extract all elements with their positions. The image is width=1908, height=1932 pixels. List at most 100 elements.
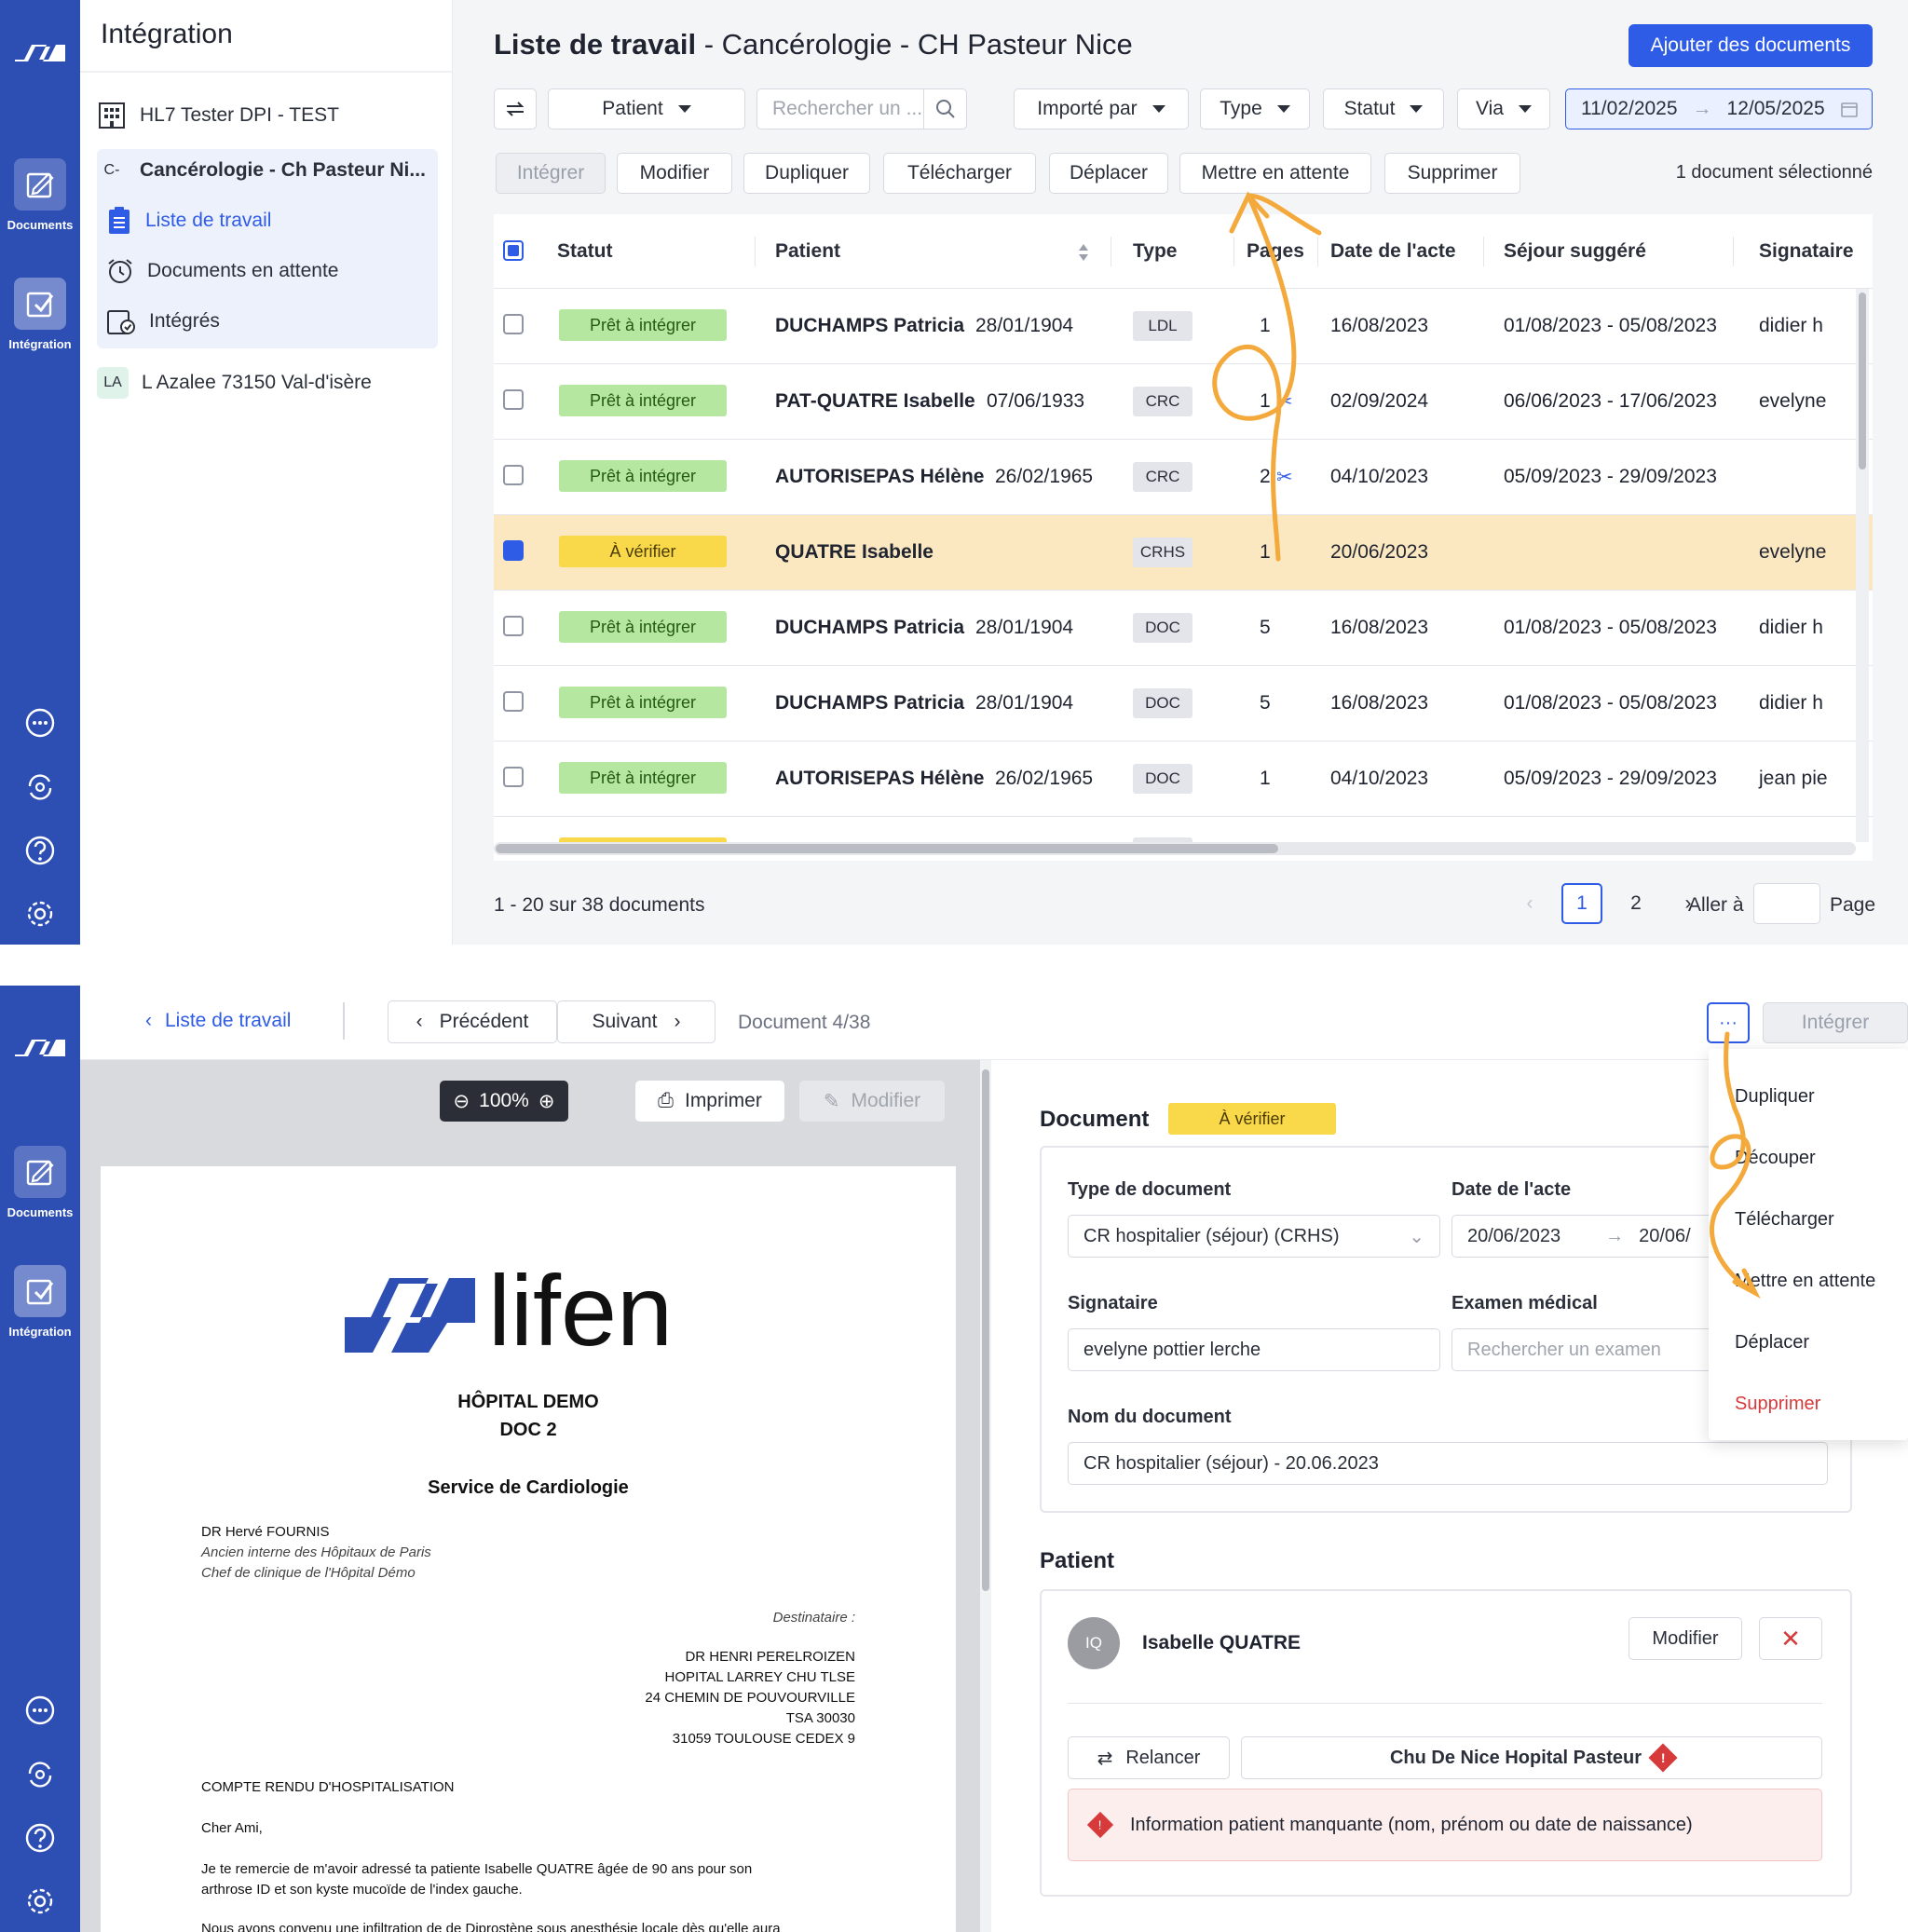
type-badge: DOC [1133, 688, 1192, 718]
sort-icon[interactable] [1077, 242, 1090, 263]
col-date[interactable]: Date de l'acte [1330, 240, 1456, 263]
row-checkbox[interactable] [503, 540, 524, 561]
sidebar-item-azalee[interactable]: LA L Azalee 73150 Val-d'isère [97, 361, 438, 404]
table-row[interactable]: Prêt à intégrer AUTORISEPAS Hélène 26/02/1… [494, 440, 1873, 515]
integrate-button[interactable]: Intégrer [496, 153, 606, 194]
lifen-logo [345, 1278, 475, 1353]
viewer-scrollbar[interactable] [980, 1060, 991, 1932]
nav-integration[interactable]: Intégration [0, 278, 80, 351]
col-divider [755, 237, 756, 266]
signer-input[interactable]: evelyne pottier lerche [1068, 1328, 1440, 1371]
row-checkbox[interactable] [503, 465, 524, 485]
menu-item-split[interactable]: Découper [1735, 1148, 1816, 1169]
menu-item-move[interactable]: Déplacer [1735, 1332, 1809, 1354]
col-patient[interactable]: Patient [775, 240, 840, 263]
duplicate-button[interactable]: Dupliquer [743, 153, 870, 194]
nav-documents[interactable]: Documents [0, 1146, 80, 1219]
scroll-thumb[interactable] [1859, 293, 1866, 469]
table-row[interactable]: Prêt à intégrer DUCHAMPS Patricia 28/01/19… [494, 289, 1873, 364]
settings-icon[interactable] [22, 1884, 58, 1919]
col-signataire[interactable]: Signataire [1759, 240, 1854, 263]
date-range-picker[interactable]: 11/02/2025 → 12/05/2025 [1565, 88, 1873, 129]
sidebar-divider [80, 71, 453, 73]
edit-patient-button[interactable]: Modifier [1629, 1617, 1742, 1660]
delete-button[interactable]: Supprimer [1384, 153, 1520, 194]
table-horizontal-scrollbar[interactable] [494, 842, 1856, 855]
relaunch-button[interactable]: ⇄ Relancer [1068, 1736, 1230, 1779]
col-divider [1733, 237, 1734, 266]
search-input[interactable]: Rechercher un ... [756, 88, 967, 129]
scroll-thumb[interactable] [982, 1069, 989, 1591]
col-statut[interactable]: Statut [557, 240, 613, 263]
chat-icon[interactable] [22, 1694, 58, 1729]
hospital-selector[interactable]: Chu De Nice Hopital Pasteur! [1241, 1736, 1822, 1779]
put-on-hold-button[interactable]: Mettre en attente [1179, 153, 1371, 194]
zoom-control[interactable]: ⊖ 100% ⊕ [440, 1081, 568, 1122]
imported-by-filter[interactable]: Importé par [1014, 88, 1189, 129]
more-actions-button[interactable]: ··· [1707, 1002, 1750, 1043]
sync-icon[interactable] [22, 1757, 58, 1792]
nav-documents[interactable]: Documents [0, 158, 80, 232]
goto-page-input[interactable] [1753, 883, 1820, 924]
row-checkbox[interactable] [503, 616, 524, 636]
row-checkbox[interactable] [503, 767, 524, 787]
download-button[interactable]: Télécharger [883, 153, 1036, 194]
previous-button[interactable]: ‹ Précédent [388, 1000, 557, 1043]
doc-name-input[interactable]: CR hospitalier (séjour) - 20.06.2023 [1068, 1442, 1828, 1485]
refresh-button[interactable] [494, 88, 537, 129]
select-all-checkbox[interactable] [503, 240, 524, 261]
remove-patient-icon[interactable]: ✕ [1759, 1617, 1822, 1660]
page-1[interactable]: 1 [1561, 883, 1602, 924]
table-vertical-scrollbar[interactable] [1856, 289, 1869, 842]
worklist-screen: Documents Intégration Intégration HL7 Te… [0, 0, 1908, 945]
status-filter[interactable]: Statut [1323, 88, 1444, 129]
row-checkbox[interactable] [503, 389, 524, 410]
letter-doctor-line1: Ancien interne des Hôpitaux de Paris [201, 1544, 431, 1560]
sidebar-item-en-attente[interactable]: Documents en attente [106, 250, 447, 293]
chat-icon[interactable] [22, 706, 58, 742]
next-button[interactable]: Suivant › [557, 1000, 716, 1043]
edit-button[interactable]: Modifier [617, 153, 732, 194]
edit-document-button[interactable]: ✎ Modifier [799, 1081, 945, 1122]
table-row[interactable]: Prêt à intégrer AUTORISEPAS Hélène 26/02/1… [494, 742, 1873, 817]
row-checkbox[interactable] [503, 691, 524, 712]
zoom-in-icon[interactable]: ⊕ [538, 1090, 555, 1113]
menu-item-duplicate[interactable]: Dupliquer [1735, 1086, 1815, 1108]
add-documents-button[interactable]: Ajouter des documents [1629, 24, 1873, 67]
search-icon-box[interactable] [923, 89, 966, 129]
page-2[interactable]: 2 [1615, 883, 1656, 924]
sidebar-item-cancerologie[interactable]: C- Cancérologie - Ch Pasteur Ni... [97, 149, 438, 192]
help-icon[interactable] [22, 1820, 58, 1856]
patient-name: DUCHAMPS Patricia [775, 617, 965, 638]
scroll-thumb[interactable] [496, 844, 1278, 853]
help-icon[interactable] [22, 833, 58, 868]
table-row[interactable]: Prêt à intégrer DUCHAMPS Patricia 28/01/19… [494, 591, 1873, 666]
type-filter[interactable]: Type [1200, 88, 1310, 129]
table-row[interactable]: À vérifier QUATRE Isabelle CRHS 1 20/06/2023… [494, 515, 1873, 591]
table-row[interactable]: Prêt à intégrer PAT-QUATRE Isabelle 07/06/… [494, 364, 1873, 440]
print-button[interactable]: ⎙ Imprimer [635, 1081, 784, 1122]
menu-item-download[interactable]: Télécharger [1735, 1209, 1834, 1231]
via-filter[interactable]: Via [1457, 88, 1550, 129]
table-row[interactable]: Prêt à intégrer DUCHAMPS Patricia 28/01/19… [494, 666, 1873, 742]
status-badge: Prêt à intégrer [559, 460, 727, 492]
back-to-worklist-link[interactable]: ‹ Liste de travail [145, 1010, 291, 1032]
menu-item-delete[interactable]: Supprimer [1735, 1394, 1820, 1415]
prev-page-icon[interactable]: ‹ [1509, 883, 1550, 924]
doc-type-select[interactable]: CR hospitalier (séjour) (CRHS) ⌄ [1068, 1215, 1440, 1258]
patient-filter[interactable]: Patient [548, 88, 745, 129]
col-sejour[interactable]: Séjour suggéré [1504, 240, 1646, 263]
settings-icon[interactable] [22, 896, 58, 932]
col-type[interactable]: Type [1133, 240, 1177, 263]
row-checkbox[interactable] [503, 314, 524, 334]
sync-icon[interactable] [22, 769, 58, 805]
sidebar-item-liste-travail[interactable]: Liste de travail [106, 199, 447, 242]
zoom-out-icon[interactable]: ⊖ [454, 1090, 470, 1113]
move-button[interactable]: Déplacer [1049, 153, 1168, 194]
sidebar-item-integres[interactable]: Intégrés [106, 300, 447, 343]
integrate-button[interactable]: Intégrer [1763, 1002, 1908, 1043]
nav-integration[interactable]: Intégration [0, 1265, 80, 1339]
sidebar-item-hl7[interactable]: HL7 Tester DPI - TEST [97, 94, 438, 137]
col-pages[interactable]: Pages [1247, 240, 1304, 263]
menu-item-put-on-hold[interactable]: Mettre en attente [1735, 1271, 1875, 1292]
